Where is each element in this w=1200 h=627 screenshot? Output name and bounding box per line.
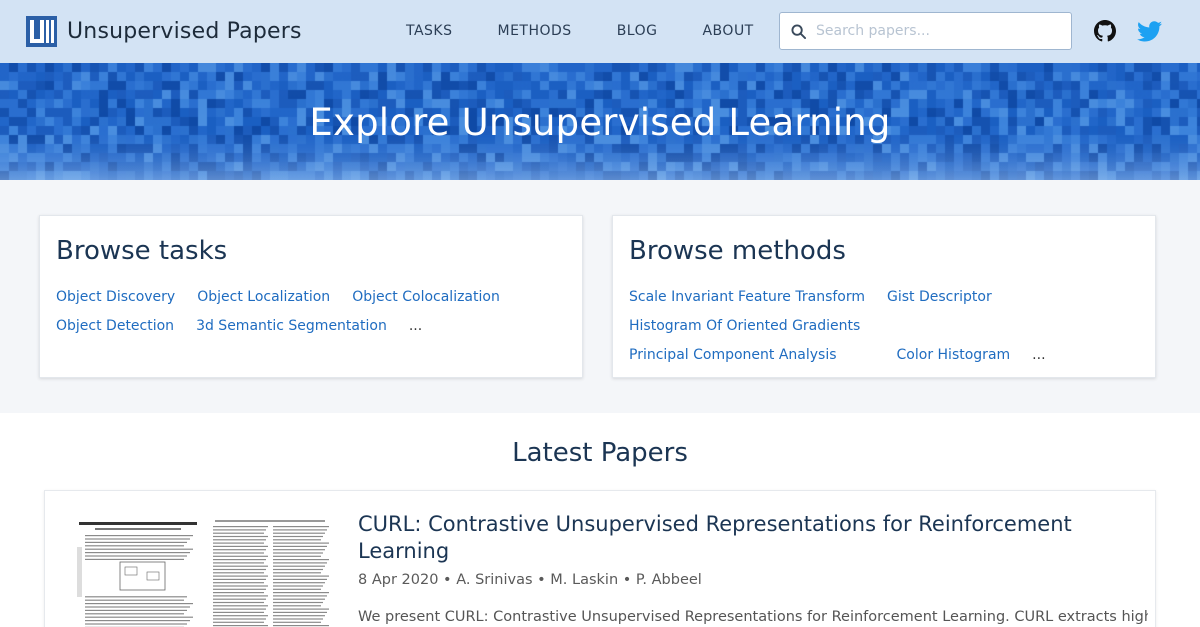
brand-name: Unsupervised Papers bbox=[67, 19, 302, 44]
method-link[interactable]: Histogram Of Oriented Gradients bbox=[629, 312, 860, 341]
method-links: Scale Invariant Feature Transform Gist D… bbox=[629, 283, 1149, 370]
more-methods-ellipsis[interactable]: ... bbox=[1032, 341, 1045, 370]
github-icon[interactable] bbox=[1094, 20, 1116, 42]
task-link[interactable]: Object Colocalization bbox=[352, 283, 500, 312]
brand-logo-link[interactable]: Unsupervised Papers bbox=[26, 16, 302, 47]
nav-blog[interactable]: BLOG bbox=[617, 23, 658, 39]
task-links: Object Discovery Object Localization Obj… bbox=[56, 283, 576, 341]
latest-papers-title: Latest Papers bbox=[512, 438, 688, 468]
more-tasks-ellipsis[interactable]: ... bbox=[409, 312, 422, 341]
hero-banner: Explore Unsupervised Learning bbox=[0, 63, 1200, 180]
browse-methods-card: Browse methods Scale Invariant Feature T… bbox=[612, 215, 1156, 378]
method-link[interactable]: Color Histogram bbox=[897, 341, 1011, 370]
search-icon bbox=[791, 23, 806, 39]
search-box[interactable] bbox=[779, 12, 1072, 50]
nav-tasks[interactable]: TASKS bbox=[406, 23, 453, 39]
nav-about[interactable]: ABOUT bbox=[702, 23, 753, 39]
search-input[interactable] bbox=[816, 23, 1056, 39]
browse-methods-title: Browse methods bbox=[629, 236, 846, 266]
paper-page-preview bbox=[75, 517, 333, 627]
paper-abstract: We present CURL: Contrastive Unsupervise… bbox=[358, 609, 1148, 625]
hero-title: Explore Unsupervised Learning bbox=[309, 101, 891, 144]
task-link[interactable]: Object Detection bbox=[56, 312, 174, 341]
task-link[interactable]: Object Localization bbox=[197, 283, 330, 312]
twitter-icon[interactable] bbox=[1137, 21, 1162, 42]
method-link[interactable]: Scale Invariant Feature Transform bbox=[629, 283, 865, 312]
paper-thumbnail[interactable] bbox=[75, 517, 333, 627]
paper-title-link[interactable]: CURL: Contrastive Unsupervised Represent… bbox=[358, 511, 1118, 565]
paper-card[interactable]: CURL: Contrastive Unsupervised Represent… bbox=[44, 490, 1156, 627]
paper-meta: 8 Apr 2020 • A. Srinivas • M. Laskin • P… bbox=[358, 572, 702, 588]
task-link[interactable]: 3d Semantic Segmentation bbox=[196, 312, 387, 341]
logo-icon bbox=[26, 16, 57, 47]
nav-methods[interactable]: METHODS bbox=[498, 23, 572, 39]
method-link[interactable]: Principal Component Analysis bbox=[629, 341, 837, 370]
main-nav: TASKS METHODS BLOG ABOUT bbox=[406, 23, 799, 39]
method-link[interactable]: Gist Descriptor bbox=[887, 283, 992, 312]
task-link[interactable]: Object Discovery bbox=[56, 283, 175, 312]
top-navbar: Unsupervised Papers TASKS METHODS BLOG A… bbox=[0, 0, 1200, 63]
browse-tasks-title: Browse tasks bbox=[56, 236, 228, 266]
browse-tasks-card: Browse tasks Object Discovery Object Loc… bbox=[39, 215, 583, 378]
